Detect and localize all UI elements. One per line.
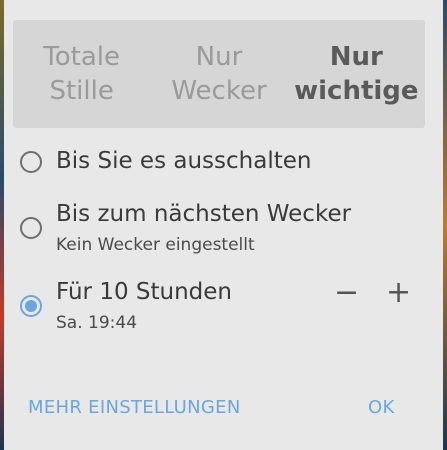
decrease-duration-button[interactable]: − bbox=[334, 278, 359, 308]
radio-button-unchecked[interactable] bbox=[20, 151, 42, 173]
radio-button-checked[interactable] bbox=[20, 295, 42, 317]
radio-button-unchecked[interactable] bbox=[20, 217, 42, 239]
background-wallpaper-right bbox=[443, 0, 447, 450]
option-subtitle: Sa. 19:44 bbox=[56, 313, 138, 333]
tab-label-line2: wichtige bbox=[294, 76, 419, 106]
tab-label-line2: Wecker bbox=[171, 76, 267, 106]
option-for-duration[interactable]: Für 10 Stunden Sa. 19:44 bbox=[20, 279, 420, 339]
tab-nur-wichtige[interactable]: Nur wichtige bbox=[288, 20, 425, 128]
tab-nur-wecker[interactable]: Nur Wecker bbox=[150, 20, 287, 128]
option-title: Bis zum nächsten Wecker bbox=[56, 201, 352, 227]
tab-label-line2: Stille bbox=[49, 76, 114, 106]
option-title: Für 10 Stunden bbox=[56, 279, 232, 305]
do-not-disturb-dialog: Totale Stille Nur Wecker Nur wichtige Bis S… bbox=[4, 0, 443, 450]
option-until-next-alarm[interactable]: Bis zum nächsten Wecker Kein Wecker eing… bbox=[20, 201, 420, 261]
option-title: Bis Sie es ausschalten bbox=[56, 148, 312, 174]
option-subtitle: Kein Wecker eingestellt bbox=[56, 235, 255, 255]
option-until-off[interactable]: Bis Sie es ausschalten bbox=[20, 148, 420, 178]
tab-totale-stille[interactable]: Totale Stille bbox=[13, 20, 150, 128]
tab-label-line1: Totale bbox=[43, 42, 121, 72]
more-settings-button[interactable]: MEHR EINSTELLUNGEN bbox=[28, 397, 241, 418]
mode-tabs: Totale Stille Nur Wecker Nur wichtige bbox=[13, 20, 425, 128]
increase-duration-button[interactable]: + bbox=[386, 278, 411, 308]
tab-label-line1: Nur bbox=[195, 42, 243, 72]
ok-button[interactable]: OK bbox=[368, 397, 395, 418]
tab-label-line1: Nur bbox=[329, 42, 383, 72]
